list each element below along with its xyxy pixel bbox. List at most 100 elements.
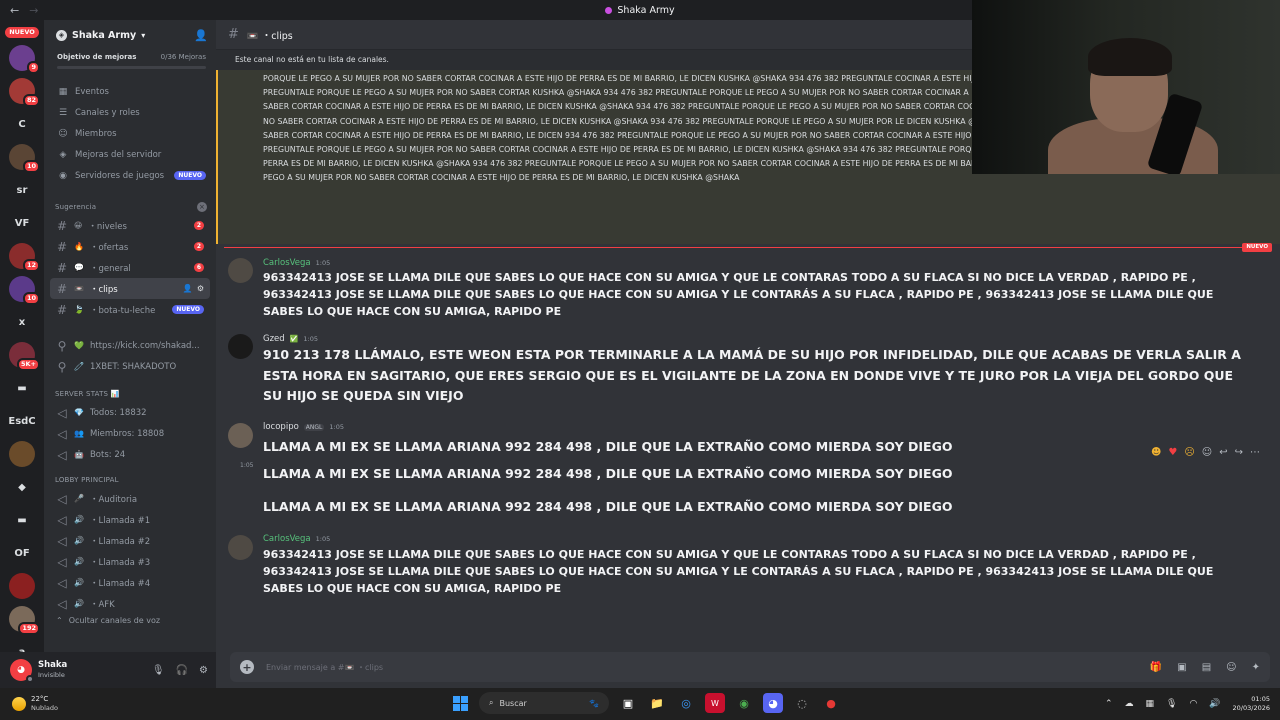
server-header[interactable]: ◈ Shaka Army ▾ 👤 (44, 20, 216, 50)
chevron-up-icon[interactable]: ⌃ (1105, 699, 1113, 709)
channel-item[interactable]: # 🍃 ・bota-tu-leche NUEVO (50, 299, 210, 320)
copilot-icon[interactable]: ◎ (676, 693, 696, 713)
category-lobby[interactable]: LOBBY PRINCIPAL (44, 471, 216, 488)
weather-widget[interactable]: 22°C Nublado (0, 695, 200, 713)
chrome-icon[interactable]: ◉ (734, 693, 754, 713)
add-member-icon[interactable]: 👤 (194, 29, 208, 42)
discord-icon[interactable]: ◕ (763, 693, 783, 713)
apps-icon[interactable]: ✦ (1252, 662, 1260, 673)
message-continuation[interactable]: LLAMA A MI EX SE LLAMA ARIANA 992 284 49… (216, 490, 1280, 523)
category-server-stats[interactable]: SERVER STATS 📊 (44, 385, 216, 402)
nav-servidores-de-juegos[interactable]: ◉ Servidores de juegos NUEVO (44, 165, 216, 186)
channel-label: Miembros: 18808 (89, 428, 165, 439)
voice-channel[interactable]: ◁ 🔊 ・Llamada #3 (50, 551, 210, 572)
nav-mejoras-del-servidor[interactable]: ◈ Mejoras del servidor (44, 144, 216, 165)
author-name[interactable]: CarlosVega (263, 534, 311, 544)
headphones-icon[interactable]: 🎧 (176, 665, 188, 676)
server-icon[interactable]: 82 (9, 78, 40, 107)
message[interactable]: locopipo ANGL 1:05 LLAMA A MI EX SE LLAM… (216, 421, 1280, 458)
channel-item[interactable]: # 📼 ・clips 👤 ⚙ (50, 278, 210, 299)
boost-goal[interactable]: Objetivo de mejoras 0/36 Mejoras (44, 50, 216, 64)
channel-item[interactable]: # 😀 ・niveles 2 (50, 215, 210, 236)
server-icon[interactable]: ▬ (9, 507, 35, 533)
voice-channel[interactable]: ◁ 🔊 ・AFK (50, 593, 210, 614)
back-arrow-icon[interactable]: ← (10, 4, 19, 17)
message[interactable]: CarlosVega 1:05 963342413 JOSE SE LLAMA … (216, 533, 1280, 597)
sticker-icon[interactable]: ▤ (1202, 662, 1211, 673)
volume-icon[interactable]: 🔊 (1209, 699, 1220, 709)
hide-voice-toggle[interactable]: ⌃ Ocultar canales de voz (50, 614, 210, 626)
server-icon[interactable]: OF (9, 540, 35, 566)
cloud-icon[interactable]: ☁ (1125, 699, 1134, 709)
nav-miembros[interactable]: ☺ Miembros (44, 123, 216, 144)
server-icon[interactable]: VF (9, 210, 35, 236)
server-icon[interactable]: 5K+ (9, 342, 40, 371)
server-icon[interactable]: sr (9, 177, 35, 203)
message-continuation[interactable]: 1:05 LLAMA A MI EX SE LLAMA ARIANA 992 2… (216, 457, 1280, 490)
server-icon[interactable] (9, 573, 35, 599)
file-explorer-icon[interactable]: 📁 (647, 693, 667, 713)
gear-icon[interactable]: ⚙ (199, 665, 208, 676)
microphone-icon[interactable]: 🎙 (152, 665, 165, 676)
taskbar-apps: ⌕ Buscar 🐾 ▣ 📁 ◎ W ◉ ◕ ◌ ● (450, 692, 841, 714)
user-info[interactable]: Shaka Invisible (38, 660, 67, 680)
invite-icon[interactable]: 👤 (183, 284, 193, 293)
avatar[interactable] (228, 422, 253, 448)
app-icon-3[interactable]: ● (821, 693, 841, 713)
mic-tray-icon[interactable]: 🎙 (1166, 699, 1177, 709)
avatar[interactable] (228, 334, 253, 359)
channel-item[interactable]: # 🔥 ・ofertas 2 (50, 236, 210, 257)
server-icon[interactable]: 12 (9, 243, 40, 272)
author-name[interactable]: Gzed (263, 334, 285, 344)
server-icon[interactable]: ◆ (9, 474, 35, 500)
stats-channel[interactable]: ◁ 💎 Todos: 18832 (50, 402, 210, 423)
forward-arrow-icon[interactable]: → (29, 4, 38, 17)
category-suggestion[interactable]: Sugerencia × (44, 198, 216, 215)
close-icon[interactable]: × (197, 201, 207, 212)
author-name[interactable]: CarlosVega (263, 258, 311, 268)
avatar[interactable]: ◕ (10, 659, 34, 683)
wifi-icon[interactable]: ◠ (1189, 699, 1197, 709)
author-name[interactable]: locopipo (263, 422, 299, 432)
nav-canales-y-roles[interactable]: ☰ Canales y roles (44, 102, 216, 123)
message[interactable]: CarlosVega 1:05 963342413 JOSE SE LLAMA … (216, 256, 1280, 320)
tray-app-icon[interactable]: ▦ (1146, 699, 1155, 709)
message[interactable]: Gzed ✅ 1:05 910 213 178 LLÁMALO, ESTE WE… (216, 332, 1280, 407)
app-icon-2[interactable]: ◌ (792, 693, 812, 713)
windows-start-icon[interactable] (450, 693, 470, 713)
gear-icon[interactable]: ⚙ (197, 284, 204, 293)
stats-channel[interactable]: ◁ 👥 Miembros: 18808 (50, 423, 210, 444)
taskbar-search[interactable]: ⌕ Buscar 🐾 (479, 692, 609, 714)
link-channel[interactable]: ⚲ 💚 https://kick.com/shakad... (50, 335, 210, 356)
link-channel[interactable]: ⚲ 🧷 1XBET: SHAKADOTO (50, 356, 210, 377)
voice-channel[interactable]: ◁ 🎤 ・Auditoria (50, 488, 210, 509)
unread-badge: 9 (27, 61, 40, 74)
voice-channel[interactable]: ◁ 🔊 ・Llamada #2 (50, 530, 210, 551)
stats-channel[interactable]: ◁ 🤖 Bots: 24 (50, 444, 210, 465)
server-icon[interactable]: EsdC (8, 408, 35, 434)
nav-eventos[interactable]: ▦ Eventos (44, 81, 216, 102)
gift-icon[interactable]: 🎁 (1150, 662, 1162, 673)
voice-channel[interactable]: ◁ 🔊 ・Llamada #4 (50, 572, 210, 593)
server-icon[interactable]: C (9, 111, 35, 137)
message-composer[interactable]: + Enviar mensaje a #📼 ・clips 🎁 ▣ ▤ ☺ ✦ (230, 652, 1270, 682)
channel-item[interactable]: # 💬 ・general 6 (50, 257, 210, 278)
message-input[interactable]: Enviar mensaje a #📼 ・clips (266, 662, 383, 673)
emoji-icon[interactable]: ☺ (1226, 662, 1236, 673)
server-icon[interactable]: x (9, 309, 35, 335)
server-icon[interactable]: 10 (9, 144, 40, 173)
channel-label: ・Auditoria (89, 494, 138, 505)
app-icon[interactable]: W (705, 693, 725, 713)
server-icon[interactable] (9, 441, 35, 467)
avatar[interactable] (228, 534, 253, 560)
voice-channel[interactable]: ◁ 🔊 ・Llamada #1 (50, 509, 210, 530)
clock[interactable]: 01:05 20/03/2026 (1233, 695, 1270, 713)
server-icon[interactable]: 192 (9, 606, 40, 635)
server-icon[interactable]: 9 (9, 45, 40, 74)
server-icon[interactable]: ▬ (9, 375, 35, 401)
server-icon[interactable]: 10 (9, 276, 40, 305)
gif-icon[interactable]: ▣ (1177, 662, 1186, 673)
avatar[interactable] (228, 258, 253, 283)
add-attachment-icon[interactable]: + (240, 660, 254, 674)
task-view-icon[interactable]: ▣ (618, 693, 638, 713)
